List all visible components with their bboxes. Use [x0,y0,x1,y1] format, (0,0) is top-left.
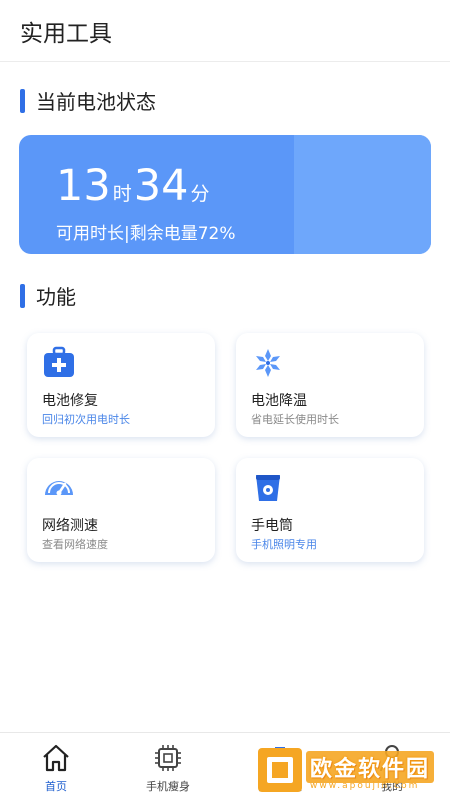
battery-hours: 13 [56,161,111,211]
top-bar: 实用工具 [0,0,450,62]
battery-minutes: 34 [133,161,189,211]
battery-section-title: 当前电池状态 [36,90,156,114]
feature-card-battery-repair[interactable]: 电池修复 回归初次用电时长 [27,333,215,437]
chip-icon [153,743,183,773]
feature-desc: 查看网络速度 [42,538,108,551]
nav-label-phone-slim: 手机瘦身 [146,780,190,793]
features-section-title: 功能 [36,285,76,309]
watermark-url: www.apoujin.com [310,781,420,791]
features-section-header: 功能 [20,281,76,310]
feature-desc: 回归初次用电时长 [42,413,130,426]
feature-card-battery-cooling[interactable]: 电池降温 省电延长使用时长 [236,333,424,437]
battery-subtitle: 可用时长|剩余电量72% [56,224,236,244]
page-title: 实用工具 [20,21,112,47]
snowflake-icon [251,346,285,380]
battery-remaining-time: 13 时 34 分 [56,162,211,210]
battery-status-card[interactable]: 13 时 34 分 可用时长|剩余电量72% [19,135,431,254]
home-icon [41,743,71,773]
battery-card-panel [294,135,431,254]
section-accent-bar [20,283,25,308]
feature-name: 手电筒 [251,518,293,534]
battery-minutes-unit: 分 [190,183,210,205]
watermark-text: 欧金软件园 [306,751,435,783]
feature-name: 电池降温 [251,393,307,409]
watermark: 欧金软件园 www.apoujin.com [258,748,448,798]
feature-name: 电池修复 [42,393,98,409]
feature-desc: 省电延长使用时长 [251,413,339,426]
feature-desc: 手机照明专用 [251,538,317,551]
flashlight-icon [251,471,285,505]
app-root: 实用工具 当前电池状态 13 时 34 分 可用时长|剩余电量72% 功能 电池… [0,0,450,800]
feature-card-flashlight[interactable]: 手电筒 手机照明专用 [236,458,424,562]
nav-label-home: 首页 [45,780,67,793]
nav-item-home[interactable]: 首页 [0,733,112,800]
first-aid-kit-icon [42,346,76,380]
feature-card-network-speed[interactable]: 网络测速 查看网络速度 [27,458,215,562]
battery-section-header: 当前电池状态 [20,86,156,115]
section-accent-bar [20,88,25,113]
watermark-logo [258,748,302,792]
nav-item-phone-slim[interactable]: 手机瘦身 [112,733,224,800]
speedometer-icon [42,471,76,505]
feature-name: 网络测速 [42,518,98,534]
battery-hours-unit: 时 [112,183,132,205]
